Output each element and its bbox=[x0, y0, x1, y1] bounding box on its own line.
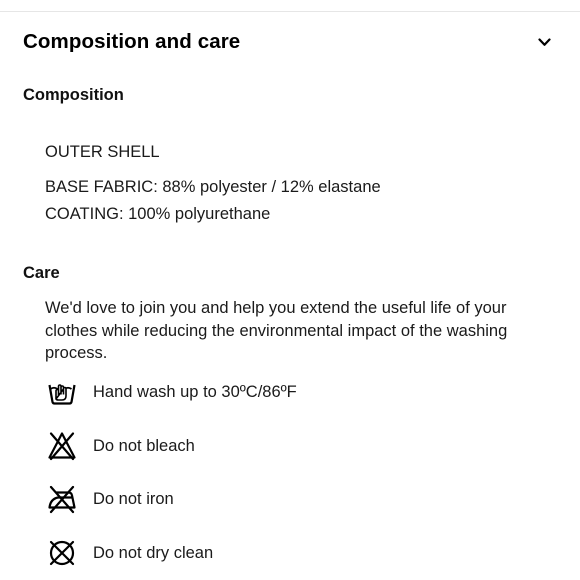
composition-heading: Composition bbox=[23, 86, 124, 104]
care-item-no-dry-clean: Do not dry clean bbox=[45, 535, 213, 571]
hand-wash-icon bbox=[45, 375, 79, 409]
care-item-label: Do not bleach bbox=[93, 436, 195, 455]
care-item-label: Do not iron bbox=[93, 489, 174, 508]
care-item-label: Hand wash up to 30ºC/86ºF bbox=[93, 382, 297, 401]
no-dry-clean-icon bbox=[45, 536, 79, 570]
composition-care-accordion-header[interactable]: Composition and care bbox=[23, 26, 558, 58]
care-item-no-bleach: Do not bleach bbox=[45, 428, 195, 464]
care-item-no-iron: Do not iron bbox=[45, 481, 174, 517]
top-divider bbox=[0, 11, 580, 12]
section-title: Composition and care bbox=[23, 30, 241, 53]
no-iron-icon bbox=[45, 482, 79, 516]
composition-group-title: OUTER SHELL bbox=[45, 143, 160, 161]
no-bleach-icon bbox=[45, 429, 79, 463]
care-intro-text: We'd love to join you and help you exten… bbox=[45, 299, 508, 362]
composition-line-coating: COATING: 100% polyurethane bbox=[45, 205, 271, 223]
chevron-down-icon[interactable] bbox=[536, 34, 552, 50]
care-item-hand-wash: Hand wash up to 30ºC/86ºF bbox=[45, 374, 297, 410]
care-heading: Care bbox=[23, 264, 60, 282]
care-item-label: Do not dry clean bbox=[93, 543, 214, 562]
composition-line-base-fabric: BASE FABRIC: 88% polyester / 12% elastan… bbox=[45, 178, 381, 196]
